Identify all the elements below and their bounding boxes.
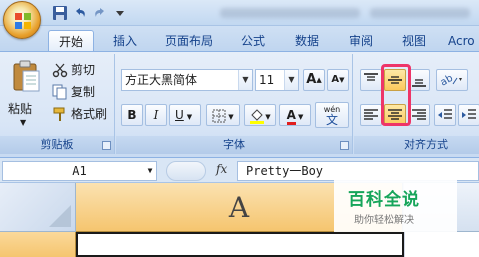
- align-right-button[interactable]: [408, 104, 430, 126]
- chevron-down-icon: ▼: [228, 113, 234, 121]
- fill-color-button[interactable]: ▼: [244, 104, 276, 126]
- align-left-button[interactable]: [360, 104, 382, 126]
- save-icon[interactable]: [52, 5, 68, 21]
- office-button[interactable]: [3, 1, 41, 39]
- grow-font-label: A: [306, 72, 317, 87]
- formula-bar-divider: [166, 161, 206, 181]
- window-title-blurred: [370, 8, 470, 18]
- font-launcher-icon[interactable]: [340, 141, 349, 150]
- caret-down-icon: ▼: [339, 76, 345, 84]
- orientation-button[interactable]: ab: [436, 69, 468, 91]
- align-bottom-icon: [412, 79, 426, 87]
- chevron-down-icon[interactable]: ▼: [144, 162, 156, 180]
- tab-acrobat[interactable]: Acro: [448, 30, 479, 52]
- format-painter-icon: [53, 107, 65, 121]
- name-box[interactable]: A1 ▼: [2, 161, 157, 181]
- office-logo-icon: [15, 13, 31, 29]
- chevron-down-icon: ▼: [20, 118, 27, 127]
- underline-button[interactable]: U ▼: [169, 104, 201, 126]
- font-group-label: 字体: [116, 136, 352, 154]
- font-color-label: A: [286, 109, 296, 125]
- increase-indent-button[interactable]: [458, 104, 479, 126]
- clipboard-group: 粘贴 ▼ 剪切 复制 格式刷 剪贴板: [0, 54, 115, 154]
- increase-indent-icon: [462, 109, 476, 119]
- paste-icon: [13, 60, 40, 92]
- customize-qat-icon[interactable]: [112, 5, 128, 21]
- highlight-box: [381, 64, 411, 126]
- undo-icon[interactable]: [72, 5, 88, 21]
- svg-text:ab: ab: [439, 73, 455, 89]
- copy-button[interactable]: 复制: [52, 82, 95, 102]
- borders-button[interactable]: ▼: [206, 104, 240, 126]
- alignment-group-label: 对齐方式: [354, 136, 479, 154]
- tab-view[interactable]: 视图: [393, 30, 435, 52]
- shrink-font-button[interactable]: A▼: [327, 69, 349, 91]
- font-group: 方正大黑简体 ▼ 11 ▼ A▲ A▼ B I U ▼ ▼ ▼ A ▼ wén 文: [116, 54, 353, 154]
- format-painter-label: 格式刷: [71, 107, 108, 121]
- watermark: 百科全说 助你轻松解决: [334, 180, 457, 232]
- bold-button[interactable]: B: [121, 104, 143, 126]
- tab-formulas[interactable]: 公式: [232, 30, 274, 52]
- copy-label: 复制: [71, 85, 96, 99]
- tab-home[interactable]: 开始: [48, 30, 94, 52]
- italic-button[interactable]: I: [145, 104, 167, 126]
- caret-up-icon: ▲: [316, 76, 322, 84]
- copy-icon: [52, 84, 67, 100]
- redo-icon[interactable]: [92, 5, 108, 21]
- chevron-down-icon: ▼: [297, 113, 304, 121]
- tab-insert[interactable]: 插入: [103, 30, 147, 52]
- align-right-icon: [412, 109, 426, 120]
- decrease-indent-button[interactable]: [434, 104, 456, 126]
- font-color-button[interactable]: A ▼: [279, 104, 311, 126]
- alignment-group: ab 对齐方式: [354, 54, 479, 154]
- fill-bucket-icon: [250, 108, 265, 124]
- ribbon-tabs: 开始 插入 页面布局 公式 数据 审阅 视图 Acro: [0, 26, 479, 52]
- decrease-indent-icon: [438, 109, 452, 119]
- cut-label: 剪切: [71, 63, 96, 77]
- clipboard-group-label: 剪贴板: [0, 136, 114, 154]
- cell-b1[interactable]: [404, 232, 479, 257]
- row-header-1[interactable]: [0, 232, 76, 257]
- paste-button[interactable]: 粘贴 ▼: [6, 58, 46, 132]
- clipboard-launcher-icon[interactable]: [102, 141, 111, 150]
- align-left-icon: [364, 109, 378, 120]
- title-bar: [0, 0, 479, 26]
- orientation-icon: ab: [439, 73, 462, 89]
- font-name-value: 方正大黑简体: [125, 73, 198, 87]
- tab-review[interactable]: 审阅: [340, 30, 382, 52]
- phonetic-char: 文: [325, 113, 338, 127]
- watermark-title: 百科全说: [348, 190, 420, 210]
- tab-data[interactable]: 数据: [286, 30, 328, 52]
- chevron-down-icon: ▼: [265, 113, 271, 121]
- borders-icon: [212, 109, 226, 122]
- align-top-icon: [364, 73, 378, 81]
- formula-input[interactable]: Pretty一Boy: [237, 161, 479, 181]
- window-title-blurred: [220, 8, 360, 18]
- phonetic-button[interactable]: wén 文: [315, 102, 349, 128]
- select-all-triangle-icon: [49, 205, 71, 227]
- name-box-value: A1: [72, 164, 87, 178]
- fx-icon[interactable]: fx: [216, 162, 227, 176]
- watermark-subtitle: 助你轻松解决: [354, 215, 414, 226]
- select-all-corner[interactable]: [0, 183, 76, 232]
- paste-label: 粘贴: [8, 102, 33, 116]
- underline-label: U: [175, 108, 184, 122]
- align-bottom-button[interactable]: [408, 69, 430, 91]
- scissors-icon: [52, 63, 68, 78]
- chevron-down-icon: ▼: [186, 113, 193, 121]
- chevron-down-icon[interactable]: ▼: [284, 70, 298, 90]
- chevron-down-icon[interactable]: ▼: [238, 70, 252, 90]
- grow-font-button[interactable]: A▲: [303, 69, 325, 91]
- shrink-font-label: A: [331, 74, 340, 85]
- font-name-combo[interactable]: 方正大黑简体 ▼: [121, 69, 253, 91]
- font-size-combo[interactable]: 11 ▼: [255, 69, 299, 91]
- format-painter-button[interactable]: 格式刷: [52, 104, 107, 124]
- cut-button[interactable]: 剪切: [52, 60, 95, 80]
- cell-a1[interactable]: [76, 232, 404, 257]
- font-size-value: 11: [259, 73, 275, 87]
- align-top-button[interactable]: [360, 69, 382, 91]
- tab-page-layout[interactable]: 页面布局: [156, 30, 222, 52]
